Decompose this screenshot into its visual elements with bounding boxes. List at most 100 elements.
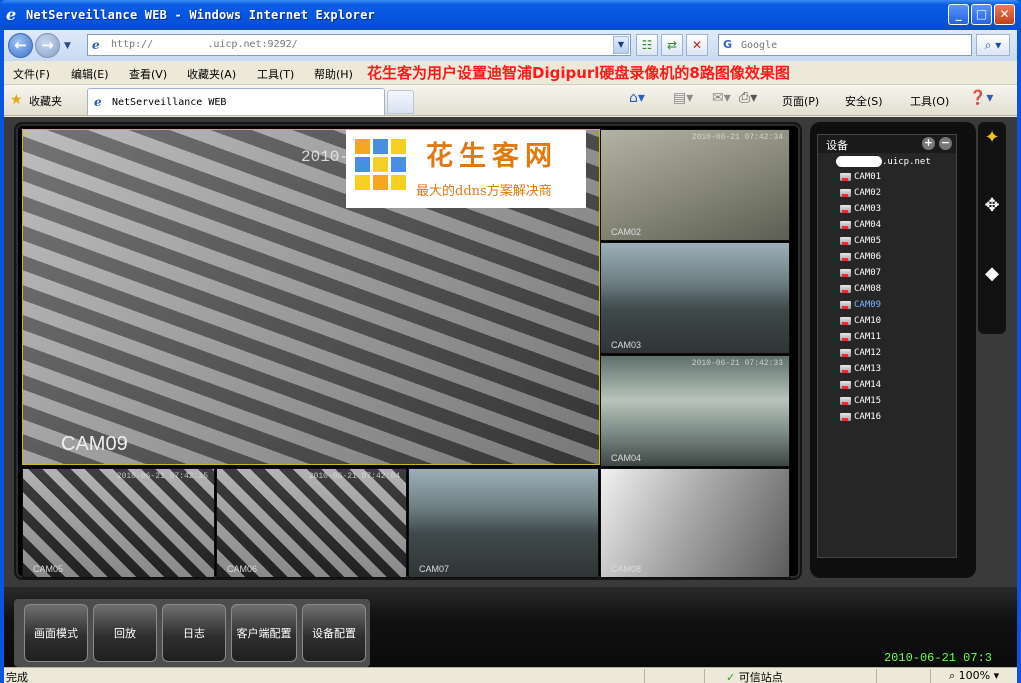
tab-netserveillance[interactable]: e NetServeillance WEB xyxy=(87,88,385,115)
tools-menu[interactable]: 工具(O) xyxy=(910,93,949,109)
window-title: NetServeillance WEB - Windows Internet E… xyxy=(26,8,375,22)
camera-icon xyxy=(840,348,851,357)
camera-icon xyxy=(840,300,851,309)
device-tree: 设备 + − .uicp.net CAM01 CAM02 CAM03 CAM04 CAM… xyxy=(817,134,957,558)
camera-icon xyxy=(840,396,851,405)
search-input[interactable] xyxy=(741,37,961,53)
favorites-star-icon[interactable]: ★ xyxy=(10,92,23,108)
puzzle-icon[interactable]: ✦ xyxy=(978,127,1006,171)
recent-pages-dropdown-icon[interactable]: ▼ xyxy=(64,41,71,51)
address-dropdown-icon[interactable]: ▼ xyxy=(613,36,629,54)
collapse-all-button[interactable]: − xyxy=(939,137,952,150)
tree-item-cam05[interactable]: CAM05 xyxy=(840,236,881,246)
menu-file[interactable]: 文件(F) xyxy=(13,66,50,82)
tree-item-cam08[interactable]: CAM08 xyxy=(840,284,881,294)
tree-item-cam15[interactable]: CAM15 xyxy=(840,396,881,406)
tree-item-label: CAM10 xyxy=(854,316,882,326)
status-bar: 完成 ✓ 可信站点 ⌕ 100% ▾ xyxy=(4,667,1017,683)
feeds-icon[interactable]: ▤▾ xyxy=(673,90,693,106)
favorites-button[interactable]: 收藏夹 xyxy=(29,93,62,109)
tree-item-cam07[interactable]: CAM07 xyxy=(840,268,881,278)
tree-item-cam14[interactable]: CAM14 xyxy=(840,380,881,390)
device-config-button[interactable]: 设备配置 xyxy=(302,604,366,662)
camera-label: CAM07 xyxy=(419,564,450,574)
trusted-zone-label: 可信站点 xyxy=(738,671,783,683)
trusted-zone[interactable]: ✓ 可信站点 xyxy=(726,669,783,683)
tree-item-cam06[interactable]: CAM06 xyxy=(840,252,881,262)
camera-icon xyxy=(840,316,851,325)
cube-logo-icon xyxy=(354,138,412,196)
tree-item-label: CAM09 xyxy=(854,300,882,310)
tree-root-device[interactable]: .uicp.net xyxy=(820,156,931,167)
client-config-button[interactable]: 客户端配置 xyxy=(231,604,297,662)
camera-view-cam04[interactable]: 2010-06-21 07:42:33 CAM04 xyxy=(600,355,790,467)
tree-item-cam13[interactable]: CAM13 xyxy=(840,364,881,374)
menu-favorites[interactable]: 收藏夹(A) xyxy=(187,66,236,82)
camera-label: CAM05 xyxy=(33,564,64,574)
address-input[interactable]: e http:// .uicp.net:9292/ ▼ xyxy=(87,34,631,56)
camera-icon xyxy=(840,220,851,229)
tree-item-label: CAM07 xyxy=(854,268,882,278)
page-icon: e xyxy=(92,38,100,52)
tree-item-cam10[interactable]: CAM10 xyxy=(840,316,881,326)
search-button[interactable]: ⌕ ▾ xyxy=(976,34,1010,56)
camera-view-cam03[interactable]: CAM03 xyxy=(600,242,790,354)
forward-button[interactable]: → xyxy=(35,33,60,58)
camera-view-cam05[interactable]: 2010-06-21 07:42:35 CAM05 xyxy=(22,468,215,578)
menu-help[interactable]: 帮助(H) xyxy=(314,66,353,82)
ptz-direction-icon[interactable]: ✥ xyxy=(978,195,1006,239)
playback-button[interactable]: 回放 xyxy=(93,604,157,662)
camera-view-cam06[interactable]: 2010-06-21 07:42:04 CAM06 xyxy=(216,468,407,578)
tree-item-cam03[interactable]: CAM03 xyxy=(840,204,881,214)
minimize-button[interactable]: _ xyxy=(948,4,969,25)
tree-item-cam01[interactable]: CAM01 xyxy=(840,172,881,182)
refresh-icon[interactable]: ⇄ xyxy=(661,34,683,56)
new-tab-button[interactable] xyxy=(387,90,414,114)
zoom-level[interactable]: ⌕ 100% ▾ xyxy=(949,669,999,683)
camera-icon xyxy=(840,268,851,277)
huashengke-logo: 花生客网 最大的ddns方案解决商 xyxy=(346,130,586,208)
close-button[interactable]: ✕ xyxy=(994,4,1015,25)
tree-item-cam12[interactable]: CAM12 xyxy=(840,348,881,358)
search-box[interactable]: G xyxy=(718,34,972,56)
camera-view-cam02[interactable]: 2010-06-21 07:42:34 CAM02 xyxy=(600,129,790,241)
expand-all-button[interactable]: + xyxy=(922,137,935,150)
camera-icon xyxy=(840,284,851,293)
camera-view-cam08[interactable]: CAM08 xyxy=(600,468,790,578)
back-button[interactable]: ← xyxy=(8,33,33,58)
tree-item-label: CAM06 xyxy=(854,252,882,262)
diamond-icon[interactable]: ◆ xyxy=(978,263,1006,307)
log-button[interactable]: 日志 xyxy=(162,604,226,662)
tree-item-cam16[interactable]: CAM16 xyxy=(840,412,881,422)
print-icon[interactable]: ⎙▾ xyxy=(739,90,757,106)
tree-item-cam11[interactable]: CAM11 xyxy=(840,332,881,342)
tree-item-label: CAM03 xyxy=(854,204,882,214)
tree-item-label: CAM13 xyxy=(854,364,882,374)
home-icon[interactable]: ⌂▾ xyxy=(629,90,645,106)
tree-item-cam02[interactable]: CAM02 xyxy=(840,188,881,198)
status-divider xyxy=(644,669,645,683)
screen-mode-button[interactable]: 画面模式 xyxy=(24,604,88,662)
menu-view[interactable]: 查看(V) xyxy=(129,66,167,82)
mail-icon[interactable]: ✉▾ xyxy=(712,90,731,106)
favorites-bar: ★ 收藏夹 e NetServeillance WEB ⌂▾ ▤▾ ✉▾ ⎙▾ … xyxy=(4,85,1017,116)
safety-menu[interactable]: 安全(S) xyxy=(845,93,883,109)
ie-logo-icon: e xyxy=(6,5,17,24)
tree-item-cam04[interactable]: CAM04 xyxy=(840,220,881,230)
menu-edit[interactable]: 编辑(E) xyxy=(71,66,109,82)
camera-view-cam07[interactable]: CAM07 xyxy=(408,468,599,578)
camera-timestamp: 2010-06-21 07:42:04 xyxy=(308,472,400,481)
camera-icon xyxy=(840,380,851,389)
tree-item-cam09[interactable]: CAM09 xyxy=(840,300,881,310)
page-menu[interactable]: 页面(P) xyxy=(782,93,819,109)
maximize-button[interactable]: □ xyxy=(971,4,992,25)
stop-icon[interactable]: ✕ xyxy=(686,34,708,56)
help-icon[interactable]: ❓▾ xyxy=(969,90,993,106)
compatibility-icon[interactable]: ☷ xyxy=(636,34,658,56)
menu-tools[interactable]: 工具(T) xyxy=(257,66,294,82)
camera-icon xyxy=(840,204,851,213)
dvr-web-client: 2010- CAM09 花生客网 最大的ddns方案解决商 2010-06-21… xyxy=(4,117,1017,667)
status-divider xyxy=(930,669,931,683)
camera-timestamp: 2010-06-21 07:42:35 xyxy=(116,472,208,481)
camera-label: CAM06 xyxy=(227,564,258,574)
